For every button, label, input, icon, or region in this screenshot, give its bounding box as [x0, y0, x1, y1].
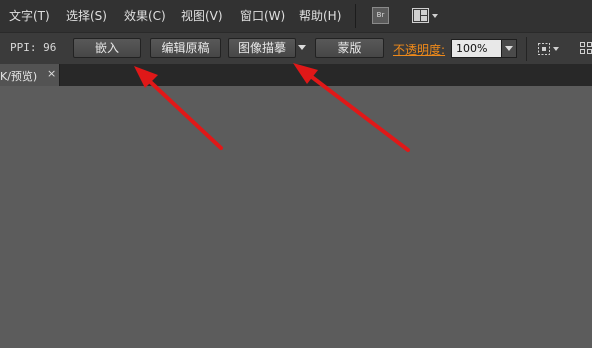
embed-button[interactable]: 嵌入: [73, 38, 141, 58]
image-trace-button[interactable]: 图像描摹: [228, 38, 296, 58]
opacity-field[interactable]: 100%: [451, 39, 517, 58]
selection-icon[interactable]: [537, 41, 561, 57]
menu-separator: [355, 4, 356, 28]
opacity-label[interactable]: 不透明度:: [393, 41, 445, 58]
document-tab[interactable]: K/预览) ×: [0, 64, 60, 86]
bridge-icon[interactable]: Br: [372, 7, 389, 24]
grid-icon[interactable]: [580, 41, 592, 57]
image-trace-dropdown-icon[interactable]: [298, 45, 306, 50]
control-bar: PPI: 96 嵌入 编辑原稿 图像描摹 蒙版 不透明度: 100%: [0, 32, 592, 64]
menu-bar: 文字(T) 选择(S) 效果(C) 视图(V) 窗口(W) 帮助(H) Br: [0, 0, 592, 32]
menu-view[interactable]: 视图(V): [181, 8, 223, 24]
menu-effect[interactable]: 效果(C): [124, 8, 166, 24]
mask-button[interactable]: 蒙版: [315, 38, 384, 58]
ppi-readout: PPI: 96: [10, 41, 57, 54]
opacity-dropdown-icon[interactable]: [501, 40, 516, 57]
workspace-layout-icon[interactable]: [412, 7, 440, 24]
control-separator: [526, 37, 527, 61]
menu-window[interactable]: 窗口(W): [240, 8, 285, 24]
artboard-canvas[interactable]: [0, 86, 592, 348]
edit-original-button[interactable]: 编辑原稿: [150, 38, 221, 58]
document-tab-label: K/预览): [0, 70, 38, 83]
menu-text[interactable]: 文字(T): [9, 8, 50, 24]
document-tab-strip: K/预览) ×: [0, 64, 592, 86]
menu-help[interactable]: 帮助(H): [299, 8, 341, 24]
menu-select[interactable]: 选择(S): [66, 8, 107, 24]
close-icon[interactable]: ×: [47, 67, 56, 80]
opacity-value[interactable]: 100%: [456, 42, 487, 55]
